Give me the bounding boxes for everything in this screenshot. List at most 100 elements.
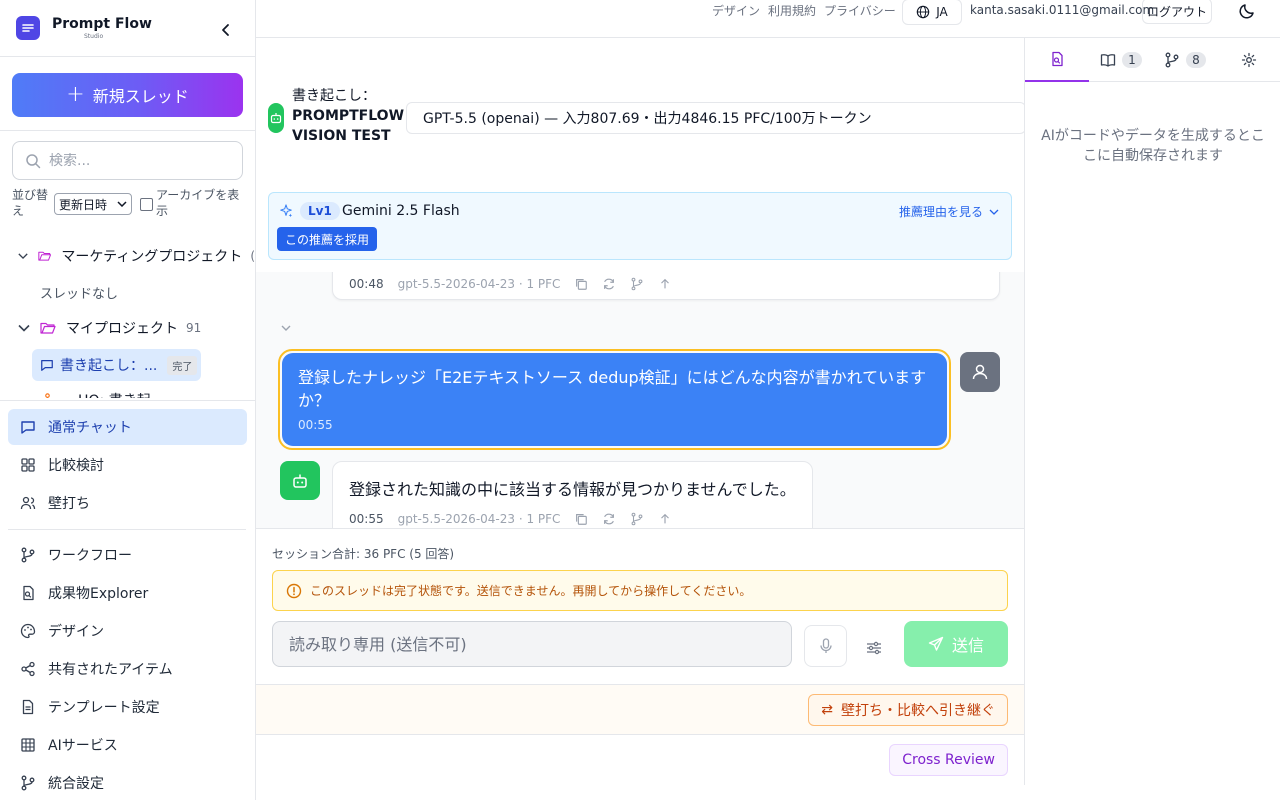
- copy-icon[interactable]: [574, 512, 588, 526]
- level-badge: Lv1: [300, 202, 340, 220]
- warning-text: このスレッドは完了状態です。送信できません。再開してから操作してください。: [310, 584, 752, 598]
- tab-knowledge[interactable]: 1: [1089, 38, 1153, 82]
- chevron-down-icon[interactable]: [280, 324, 292, 332]
- nav-label: 成果物Explorer: [48, 586, 149, 602]
- thread-title-main: PROMPTFLOW VISION TEST: [292, 108, 405, 144]
- message-time: 00:55: [298, 418, 333, 432]
- nav-shared-items[interactable]: 共有されたアイテム: [8, 651, 247, 687]
- branch-icon: [21, 775, 35, 791]
- message-time: 00:48: [349, 277, 384, 291]
- nav-artifact-explorer[interactable]: 成果物Explorer: [8, 575, 247, 611]
- user-message[interactable]: 登録したナレッジ「E2Eテキストソース dedup検証」にはどんな内容が書かれて…: [278, 349, 951, 450]
- thread-item[interactable]: HQ: 書き起: [0, 382, 255, 398]
- nav-workflow[interactable]: ワークフロー: [8, 537, 247, 573]
- project-row[interactable]: マイプロジェクト 91: [0, 310, 255, 346]
- message-meta: 00:55 gpt-5.5-2026-04-23 · 1 PFC: [349, 512, 672, 526]
- theme-toggle-button[interactable]: [1232, 0, 1262, 24]
- search-input[interactable]: [49, 152, 229, 169]
- nav-integration-settings[interactable]: 統合設定: [8, 765, 247, 800]
- archive-checkbox[interactable]: [140, 198, 153, 211]
- cross-review-button[interactable]: Cross Review: [889, 744, 1008, 776]
- message-input[interactable]: [272, 621, 792, 667]
- assistant-message[interactable]: 登録された知識の中に該当する情報が見つかりませんでした。 00:55 gpt-5…: [332, 461, 813, 528]
- adopt-recommendation-button[interactable]: この推薦を採用: [277, 227, 378, 251]
- nav-ai-services[interactable]: AIサービス: [8, 727, 247, 763]
- brand[interactable]: Prompt Flow Studio: [16, 16, 152, 40]
- brand-subtitle: Studio: [84, 32, 104, 40]
- nav-label: ワークフロー: [48, 548, 132, 564]
- sparkle-icon: [280, 204, 293, 218]
- recommendation-panel: Lv1 Gemini 2.5 Flash 推薦理由を見る この推薦を採用: [268, 192, 1012, 260]
- right-panel: 1 8 AIがコードやデータを生成するとここに自動保存されます: [1024, 38, 1280, 785]
- nav-label: 通常チャット: [48, 420, 132, 436]
- handoff-label: 壁打ち・比較へ引き継ぐ: [841, 703, 995, 719]
- tab-settings[interactable]: [1217, 38, 1280, 82]
- file-search-icon: [1052, 51, 1063, 67]
- nav-normal-chat[interactable]: 通常チャット: [8, 409, 247, 445]
- chat-icon: [21, 421, 35, 434]
- tab-count: 8: [1186, 52, 1206, 68]
- project-row[interactable]: マーケティングプロジェクト (: [0, 238, 255, 274]
- nav-label: 壁打ち: [48, 496, 90, 512]
- chevron-down-icon: [117, 201, 127, 207]
- link-privacy[interactable]: プライバシー: [824, 2, 896, 19]
- workflow-icon: [21, 547, 35, 563]
- nav-template-settings[interactable]: テンプレート設定: [8, 689, 247, 725]
- logout-button[interactable]: ログアウト: [1142, 0, 1212, 24]
- folder-open-icon: [40, 322, 56, 334]
- message-info: gpt-5.5-2026-04-23 · 1 PFC: [397, 277, 561, 291]
- nav-compare[interactable]: 比較検討: [8, 447, 247, 483]
- copy-icon[interactable]: [574, 277, 588, 291]
- handoff-bar: ⇄ 壁打ち・比較へ引き継ぐ: [256, 684, 1024, 735]
- search-box: [12, 141, 243, 180]
- tab-branches[interactable]: 8: [1153, 38, 1217, 82]
- plus-icon: +: [66, 82, 85, 107]
- view-reason-link[interactable]: 推薦理由を見る: [899, 203, 999, 220]
- users-icon: [20, 496, 36, 510]
- status-badge: 完了: [167, 355, 198, 375]
- send-label: 送信: [951, 636, 984, 655]
- project-name: マーケティングプロジェクト: [61, 249, 243, 265]
- alert-circle-icon: [286, 583, 302, 598]
- composer: セッション合計: 36 PFC (5 回答) このスレッドは完了状態です。送信で…: [256, 528, 1024, 684]
- sort-row: 並び替え 更新日時 アーカイブを表示: [12, 187, 248, 219]
- new-thread-button[interactable]: + 新規スレッド: [12, 73, 243, 117]
- sort-select[interactable]: 更新日時: [54, 193, 132, 215]
- user-message-text: 登録したナレッジ「E2Eテキストソース dedup検証」にはどんな内容が書かれて…: [298, 368, 927, 410]
- folder-open-icon: [38, 251, 52, 261]
- arrow-up-icon[interactable]: [658, 512, 672, 526]
- sliders-icon[interactable]: [866, 641, 882, 655]
- handoff-button[interactable]: ⇄ 壁打ち・比較へ引き継ぐ: [808, 694, 1008, 726]
- link-terms[interactable]: 利用規約: [768, 2, 816, 19]
- model-select[interactable]: GPT-5.5 (openai) — 入力807.69・出力4846.15 PF…: [406, 102, 1026, 134]
- thread-item-active[interactable]: 書き起こし：... 完了: [32, 349, 201, 381]
- view-reason-label: 推薦理由を見る: [898, 205, 983, 219]
- regenerate-icon[interactable]: [602, 512, 616, 526]
- user-avatar-icon: [960, 352, 1000, 392]
- chat-icon: [41, 360, 53, 371]
- nav-design[interactable]: デザイン: [8, 613, 247, 649]
- branch-icon[interactable]: [630, 512, 644, 526]
- nav-label: 比較検討: [48, 458, 104, 474]
- branch-icon[interactable]: [630, 277, 644, 291]
- right-panel-tabs: 1 8: [1025, 38, 1280, 82]
- file-search-icon: [23, 585, 34, 601]
- arrow-up-icon[interactable]: [658, 277, 672, 291]
- tab-artifacts[interactable]: [1025, 38, 1089, 82]
- nav-brainstorm[interactable]: 壁打ち: [8, 485, 247, 521]
- message-list[interactable]: 00:48 gpt-5.5-2026-04-23 · 1 PFC 登録したナレッ…: [256, 272, 1024, 528]
- thread-header: 書き起こし： PROMPTFLOW VISION TEST GPT-5.5 (o…: [256, 38, 1026, 272]
- microphone-button[interactable]: [804, 625, 847, 667]
- thread-label: 書き起こし：...: [60, 358, 158, 374]
- divider: [8, 529, 246, 530]
- send-button[interactable]: 送信: [904, 621, 1008, 667]
- nav-label: テンプレート設定: [48, 700, 160, 716]
- tab-count: 1: [1122, 52, 1142, 68]
- bot-avatar-icon: [280, 461, 320, 500]
- chevron-down-icon: [18, 253, 28, 260]
- link-design[interactable]: デザイン: [712, 2, 760, 19]
- regenerate-icon[interactable]: [602, 277, 616, 291]
- language-button[interactable]: JA: [902, 0, 962, 25]
- collapse-sidebar-button[interactable]: [216, 20, 236, 40]
- sort-label: 並び替え: [12, 188, 49, 218]
